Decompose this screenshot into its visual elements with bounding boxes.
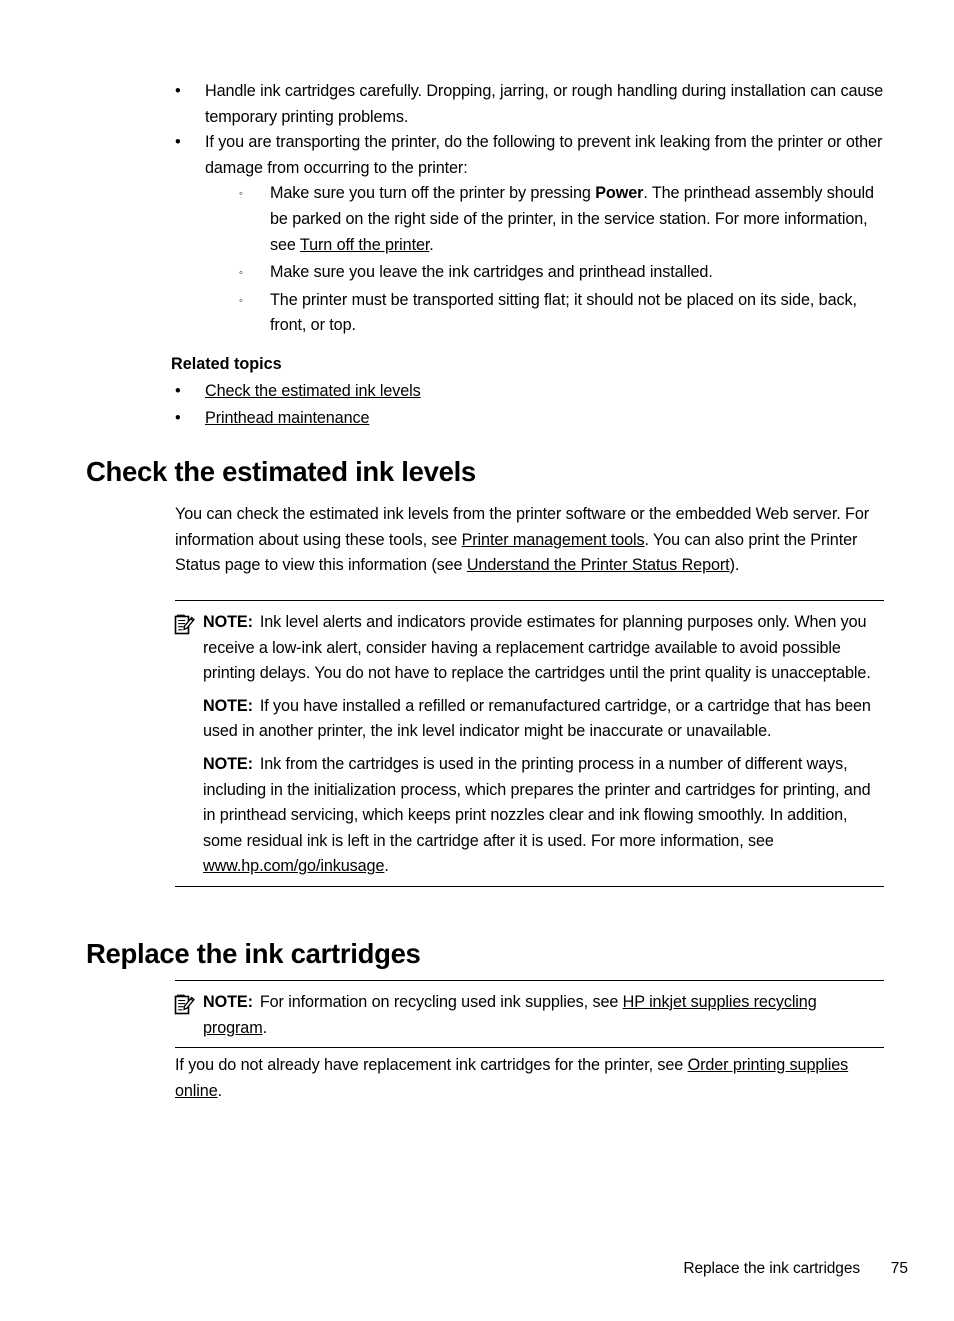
list-item: ◦ Make sure you leave the ink cartridges… (237, 260, 885, 286)
page-title-replace-the-ink-cartridges: Replace the ink cartridges (86, 938, 421, 969)
bullet-list-level1: • Handle ink cartridges carefully. Dropp… (171, 79, 885, 339)
note-pencil-icon (174, 993, 195, 1015)
list-item: • Printhead maintenance (171, 405, 885, 432)
related-topics-title: Related topics (171, 355, 282, 373)
list-item: • If you are transporting the printer, d… (171, 130, 885, 339)
bullet-list-level2: ◦ Make sure you turn off the printer by … (205, 181, 885, 339)
note-label: NOTE: (203, 613, 253, 631)
intro-paragraph: You can check the estimated ink levels f… (175, 502, 885, 579)
power-button-emphasis: Power (595, 184, 644, 203)
document-page: • Handle ink cartridges carefully. Dropp… (0, 0, 954, 1321)
note-text: Ink level alerts and indicators provide … (203, 613, 871, 683)
note-pencil-icon (174, 613, 195, 635)
text-fragment: . (217, 1081, 223, 1100)
list-item: • Handle ink cartridges carefully. Dropp… (171, 79, 885, 130)
bullet-glyph: ◦ (239, 267, 243, 280)
bullet-glyph: ◦ (239, 294, 243, 307)
note-refilled-cartridge: NOTE: If you have installed a refilled or… (175, 694, 884, 745)
text-fragment: Make sure you turn off the printer by pr… (270, 184, 596, 203)
footer-page-number: 75 (890, 1260, 908, 1277)
link-printer-management-tools[interactable]: Printer management tools (462, 531, 645, 549)
closing-paragraph: If you do not already have replacement i… (175, 1053, 885, 1104)
list-item-text: If you are transporting the printer, do … (205, 133, 883, 177)
footer-section-title: Replace the ink cartridges (683, 1260, 860, 1277)
list-item: • Check the estimated ink levels (171, 378, 885, 405)
page-footer: Replace the ink cartridges 75 (0, 1258, 954, 1280)
bullet-glyph: • (175, 82, 181, 100)
note-label: NOTE: (203, 993, 253, 1011)
bullet-glyph: • (175, 409, 181, 427)
bullet-glyph: ◦ (239, 188, 243, 201)
note-text: If you have installed a refilled or rema… (203, 696, 871, 741)
sub-list-item-text: The printer must be transported sitting … (270, 290, 857, 335)
note-text: For information on recycling used ink su… (259, 993, 623, 1011)
note-text: Ink from the cartridges is used in the p… (203, 754, 871, 850)
link-printhead-maintenance[interactable]: Printhead maintenance (205, 409, 369, 427)
list-item: ◦ The printer must be transported sittin… (237, 288, 885, 339)
note-label: NOTE: (203, 754, 253, 773)
note-recycling-supplies: NOTE: For information on recycling used i… (174, 990, 884, 1041)
bullet-glyph: • (175, 382, 181, 400)
note-ink-level-alerts: NOTE: Ink level alerts and indicators pro… (174, 610, 884, 687)
list-item: ◦ Make sure you turn off the printer by … (237, 181, 885, 258)
link-check-the-estimated-ink-levels[interactable]: Check the estimated ink levels (205, 382, 421, 400)
related-topics-block: Related topics • Check the estimated ink… (171, 351, 885, 432)
note-label: NOTE: (203, 696, 253, 715)
related-topics-list: • Check the estimated ink levels • Print… (171, 378, 885, 432)
text-fragment: . (429, 235, 434, 254)
note-group: NOTE: Ink level alerts and indicators pro… (174, 600, 884, 887)
bullet-glyph: • (175, 133, 181, 152)
sub-list-item-text: Make sure you turn off the printer by pr… (270, 184, 874, 253)
note-ink-usage: NOTE: Ink from the cartridges is used in … (175, 752, 884, 880)
link-hp-inkusage-url[interactable]: www.hp.com/go/inkusage (203, 857, 384, 875)
note-group: NOTE: For information on recycling used i… (174, 980, 884, 1049)
sub-list-item-text: Make sure you leave the ink cartridges a… (270, 263, 713, 282)
list-item-text: Handle ink cartridges carefully. Droppin… (205, 82, 884, 126)
text-fragment: . (262, 1018, 268, 1037)
text-fragment: . (384, 857, 389, 876)
page-title-check-estimated-ink-levels: Check the estimated ink levels (86, 456, 476, 487)
link-turn-off-the-printer[interactable]: Turn off the printer (300, 236, 429, 254)
text-fragment: If you do not already have replacement i… (175, 1056, 688, 1074)
link-understand-the-printer-status-report[interactable]: Understand the Printer Status Report (467, 556, 730, 574)
precautions-list: • Handle ink cartridges carefully. Dropp… (171, 79, 885, 339)
text-fragment: ). (729, 556, 740, 575)
